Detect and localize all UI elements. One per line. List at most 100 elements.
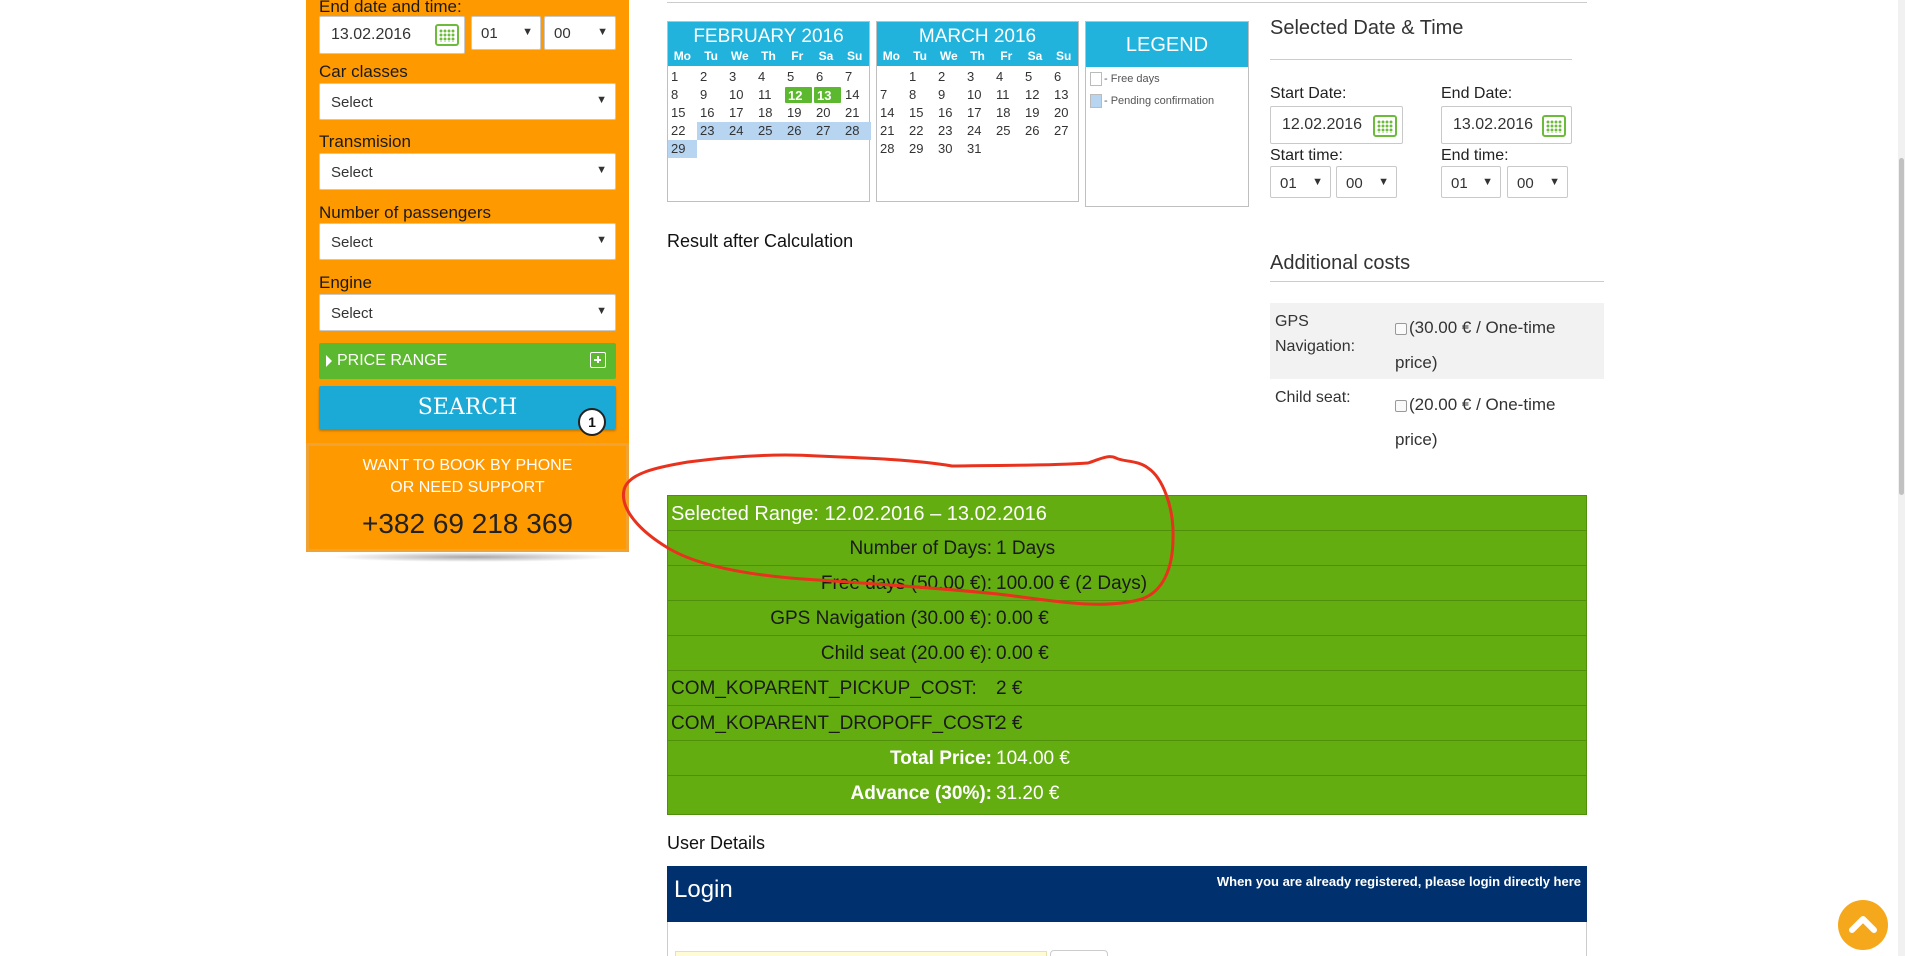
search-button[interactable]: SEARCH xyxy=(319,386,616,429)
price-range-toggle[interactable]: PRICE RANGE xyxy=(319,343,616,379)
calendar-day[interactable]: 14 xyxy=(877,104,906,122)
calendar-day[interactable]: 18 xyxy=(755,104,784,122)
calendar-day[interactable]: 11 xyxy=(755,86,784,104)
calendar-day[interactable]: 11 xyxy=(993,86,1022,104)
calendar-day[interactable]: 3 xyxy=(726,68,755,86)
back-to-top-button[interactable] xyxy=(1838,900,1888,950)
calendar-day[interactable]: 13 xyxy=(813,86,842,104)
calendar-day[interactable]: 1 xyxy=(906,68,935,86)
transmission-select[interactable]: Select ▼ xyxy=(319,153,616,190)
weekday-label: We xyxy=(939,49,958,63)
calendar-day[interactable]: 10 xyxy=(726,86,755,104)
end-time-hour-select[interactable]: 01 ▼ xyxy=(1441,166,1501,198)
calendar-day[interactable]: 4 xyxy=(755,68,784,86)
calendar-day[interactable]: 14 xyxy=(842,86,871,104)
calendar-day[interactable]: 2 xyxy=(697,68,726,86)
calendar-day[interactable]: 26 xyxy=(1022,122,1051,140)
calendar-day[interactable]: 23 xyxy=(697,122,726,140)
child-seat-checkbox[interactable] xyxy=(1395,399,1407,412)
calendar-day[interactable]: 5 xyxy=(1022,68,1051,86)
calendar-day[interactable]: 23 xyxy=(935,122,964,140)
calendar-day[interactable]: 30 xyxy=(935,140,964,158)
calendar-day[interactable]: 22 xyxy=(668,122,697,140)
calendar-day[interactable]: 18 xyxy=(993,104,1022,122)
calendar-day[interactable]: 24 xyxy=(964,122,993,140)
calendar-day[interactable]: 17 xyxy=(726,104,755,122)
calendar-day[interactable]: 10 xyxy=(964,86,993,104)
calendar-day[interactable]: 21 xyxy=(877,122,906,140)
calendar-day[interactable]: 7 xyxy=(877,86,906,104)
start-time-label: Start time: xyxy=(1270,147,1343,164)
calendar-day[interactable]: 25 xyxy=(993,122,1022,140)
calendar-day[interactable]: 16 xyxy=(697,104,726,122)
calendar-day[interactable]: 20 xyxy=(813,104,842,122)
end-date-label: End Date: xyxy=(1441,85,1513,102)
calendar-day[interactable]: 9 xyxy=(935,86,964,104)
calendar-day[interactable]: 2 xyxy=(935,68,964,86)
calendar-day[interactable]: 13 xyxy=(1051,86,1080,104)
calendar-day[interactable]: 8 xyxy=(906,86,935,104)
start-hour-select[interactable]: 01 ▼ xyxy=(1270,166,1331,198)
calendar-day[interactable]: 21 xyxy=(842,104,871,122)
car-classes-label: Car classes xyxy=(319,62,408,81)
calendar-day[interactable]: 31 xyxy=(964,140,993,158)
gps-checkbox[interactable] xyxy=(1395,322,1407,335)
end-minute-select[interactable]: 00 ▼ xyxy=(544,16,616,50)
calendar-day[interactable]: 20 xyxy=(1051,104,1080,122)
calendar-day[interactable]: 9 xyxy=(697,86,726,104)
legend-free-label: - Free days xyxy=(1104,72,1160,85)
calendar-day[interactable]: 29 xyxy=(668,140,697,158)
calendar-day[interactable]: 12 xyxy=(1022,86,1051,104)
calendar-day[interactable]: 4 xyxy=(993,68,1022,86)
calendar-day[interactable]: 25 xyxy=(755,122,784,140)
calendar-day[interactable]: 27 xyxy=(813,122,842,140)
calendar-day[interactable]: 5 xyxy=(784,68,813,86)
weekday-label: Su xyxy=(847,49,863,63)
calendar-day[interactable]: 27 xyxy=(1051,122,1080,140)
calendar-day[interactable]: 28 xyxy=(842,122,871,140)
calendar-day[interactable]: 15 xyxy=(906,104,935,122)
end-hour-select[interactable]: 01 ▼ xyxy=(471,16,541,50)
calendar-day[interactable]: 19 xyxy=(1022,104,1051,122)
calendar-day[interactable]: 19 xyxy=(784,104,813,122)
search-sidebar: End date and time: 13.02.2016 01 ▼ 00 ▼ Ca… xyxy=(306,0,629,552)
calendar-day[interactable]: 28 xyxy=(877,140,906,158)
divider xyxy=(1270,281,1604,282)
calendar-day[interactable]: 26 xyxy=(784,122,813,140)
chevron-down-icon: ▼ xyxy=(596,234,607,246)
username-input[interactable] xyxy=(675,951,1047,956)
calendar-day[interactable]: 6 xyxy=(1051,68,1080,86)
start-date-input[interactable]: 12.02.2016 xyxy=(1270,106,1403,144)
calendar-day[interactable]: 7 xyxy=(842,68,871,86)
calendar-icon[interactable] xyxy=(1373,115,1397,137)
calendar-day[interactable]: 29 xyxy=(906,140,935,158)
calendar-day[interactable]: 8 xyxy=(668,86,697,104)
calendar-day[interactable]: 17 xyxy=(964,104,993,122)
calendar-day[interactable]: 1 xyxy=(668,68,697,86)
calendar-day[interactable]: 6 xyxy=(813,68,842,86)
summary-row-days: Number of Days: 1 Days xyxy=(668,531,1586,566)
calendar-day[interactable]: 3 xyxy=(964,68,993,86)
calendar-day[interactable]: 24 xyxy=(726,122,755,140)
login-field-secondary[interactable] xyxy=(1050,950,1108,956)
end-time-minute-select[interactable]: 00 ▼ xyxy=(1507,166,1568,198)
passengers-select[interactable]: Select ▼ xyxy=(319,223,616,260)
calendar-day[interactable]: 15 xyxy=(668,104,697,122)
gps-label-line2: Navigation: xyxy=(1275,338,1356,355)
start-minute-select[interactable]: 00 ▼ xyxy=(1336,166,1397,198)
car-classes-select[interactable]: Select ▼ xyxy=(319,83,616,120)
start-date-value: 12.02.2016 xyxy=(1282,116,1363,133)
plus-square-icon[interactable] xyxy=(590,352,606,368)
phone-number: +382 69 218 369 xyxy=(362,508,573,539)
calendar-icon[interactable] xyxy=(435,24,459,46)
summary-row-total: Total Price: 104.00 € xyxy=(668,741,1586,776)
calendar-day[interactable]: 22 xyxy=(906,122,935,140)
calendar-day[interactable]: 12 xyxy=(784,86,813,104)
calendar-day[interactable]: 16 xyxy=(935,104,964,122)
calendar-icon[interactable] xyxy=(1542,115,1566,137)
child-seat-label: Child seat: xyxy=(1275,389,1351,406)
end-date-input[interactable]: 13.02.2016 xyxy=(1441,106,1572,144)
scrollbar-thumb[interactable] xyxy=(1899,158,1904,495)
engine-select[interactable]: Select ▼ xyxy=(319,294,616,331)
end-date-input[interactable]: 13.02.2016 xyxy=(319,16,465,54)
